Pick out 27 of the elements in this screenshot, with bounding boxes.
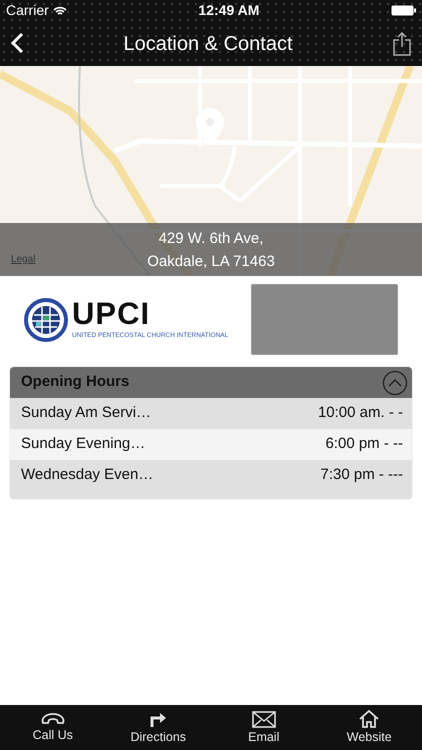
- home-icon: [358, 710, 380, 728]
- globe-icon: [24, 298, 68, 342]
- wifi-icon: [52, 6, 67, 16]
- phone-icon: [40, 712, 66, 726]
- section-title: Opening Hours: [21, 372, 130, 392]
- status-time: 12:49 AM: [198, 1, 260, 20]
- address-text: 429 W. 6th Ave,: [158, 228, 264, 248]
- service-time: 10:00 am. - -: [318, 403, 403, 424]
- service-name: Sunday Evening…: [21, 434, 146, 454]
- back-button[interactable]: [10, 32, 24, 56]
- battery-icon: [391, 5, 416, 16]
- address-text: Oakdale, LA 71463: [147, 252, 275, 272]
- collapse-toggle[interactable]: [382, 370, 408, 396]
- logo-text: UPCI: [72, 298, 152, 330]
- share-button[interactable]: [392, 30, 412, 56]
- service-time: 7:30 pm - ---: [320, 465, 403, 486]
- carrier-name: Carrier: [6, 1, 49, 20]
- envelope-icon: [252, 710, 276, 728]
- service-name: Wednesday Even…: [21, 465, 154, 486]
- service-name: Sunday Am Servi…: [21, 403, 152, 424]
- tab-button[interactable]: Email: [214, 708, 314, 746]
- screen-title: Location & Contact: [122, 32, 294, 56]
- service-time: 6:00 pm - --: [325, 434, 403, 454]
- tab-button[interactable]: Directions: [108, 708, 208, 747]
- tab-button[interactable]: Website: [319, 708, 420, 747]
- tab-button[interactable]: Call Us: [2, 710, 103, 745]
- turn-arrow-icon: [149, 710, 168, 728]
